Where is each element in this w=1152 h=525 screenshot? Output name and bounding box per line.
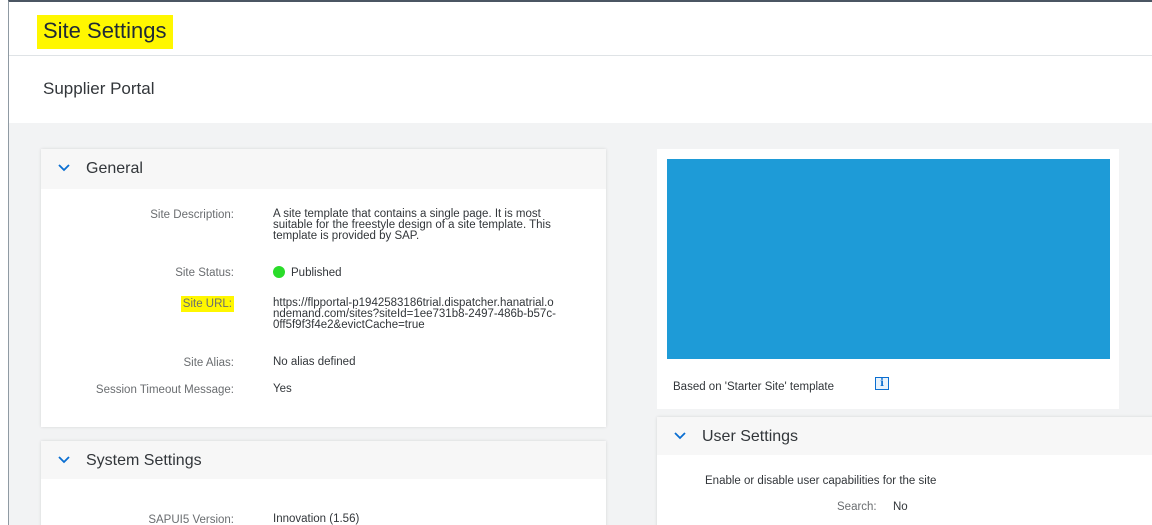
system-settings-panel-title: System Settings — [86, 452, 202, 469]
search-setting-value: No — [893, 501, 908, 513]
site-alias-value: No alias defined — [273, 356, 356, 368]
chevron-down-icon[interactable] — [57, 161, 71, 175]
sapui5-version-value: Innovation (1.56) — [273, 513, 360, 525]
system-settings-panel: System Settings SAPUI5 Version: Innovati… — [41, 441, 606, 525]
site-name: Supplier Portal — [43, 79, 155, 98]
status-text: Published — [291, 267, 342, 279]
page-header: Site Settings — [9, 2, 1152, 56]
system-settings-panel-header[interactable]: System Settings — [41, 441, 606, 479]
search-setting-label: Search: — [837, 501, 877, 513]
site-status-label: Site Status: — [175, 267, 234, 279]
site-status-value: Published — [273, 266, 613, 279]
settings-content: General Site Description: A site templat… — [9, 123, 1152, 525]
user-settings-description: Enable or disable user capabilities for … — [705, 475, 937, 487]
chevron-down-icon[interactable] — [57, 453, 71, 467]
site-header: Supplier Portal — [9, 57, 1152, 123]
user-settings-panel: User Settings Enable or disable user cap… — [657, 417, 1152, 525]
page-title: Site Settings — [37, 15, 173, 49]
sapui5-version-label: SAPUI5 Version: — [148, 514, 234, 525]
general-panel-header[interactable]: General — [41, 149, 606, 189]
site-description-label: Site Description: — [150, 209, 234, 221]
status-published-icon — [273, 266, 285, 278]
session-timeout-label: Session Timeout Message: — [95, 384, 234, 396]
template-info-text: Based on 'Starter Site' template — [673, 381, 835, 393]
site-settings-window: Site Settings Supplier Portal General Si… — [8, 0, 1152, 525]
site-preview-image — [667, 159, 1110, 359]
site-alias-label: Site Alias: — [183, 357, 235, 369]
site-description-value: A site template that contains a single p… — [273, 208, 551, 242]
chevron-down-icon[interactable] — [673, 429, 687, 443]
site-url-value[interactable]: https://flpportal-p1942583186trial.dispa… — [273, 297, 613, 331]
general-panel-title: General — [86, 160, 143, 177]
session-timeout-value: Yes — [273, 383, 292, 395]
user-settings-panel-header[interactable]: User Settings — [657, 417, 1152, 455]
user-settings-panel-title: User Settings — [702, 428, 799, 445]
site-url-label: Site URL: — [180, 296, 234, 312]
info-icon[interactable]: i — [875, 377, 889, 390]
general-panel: General Site Description: A site templat… — [41, 149, 606, 427]
